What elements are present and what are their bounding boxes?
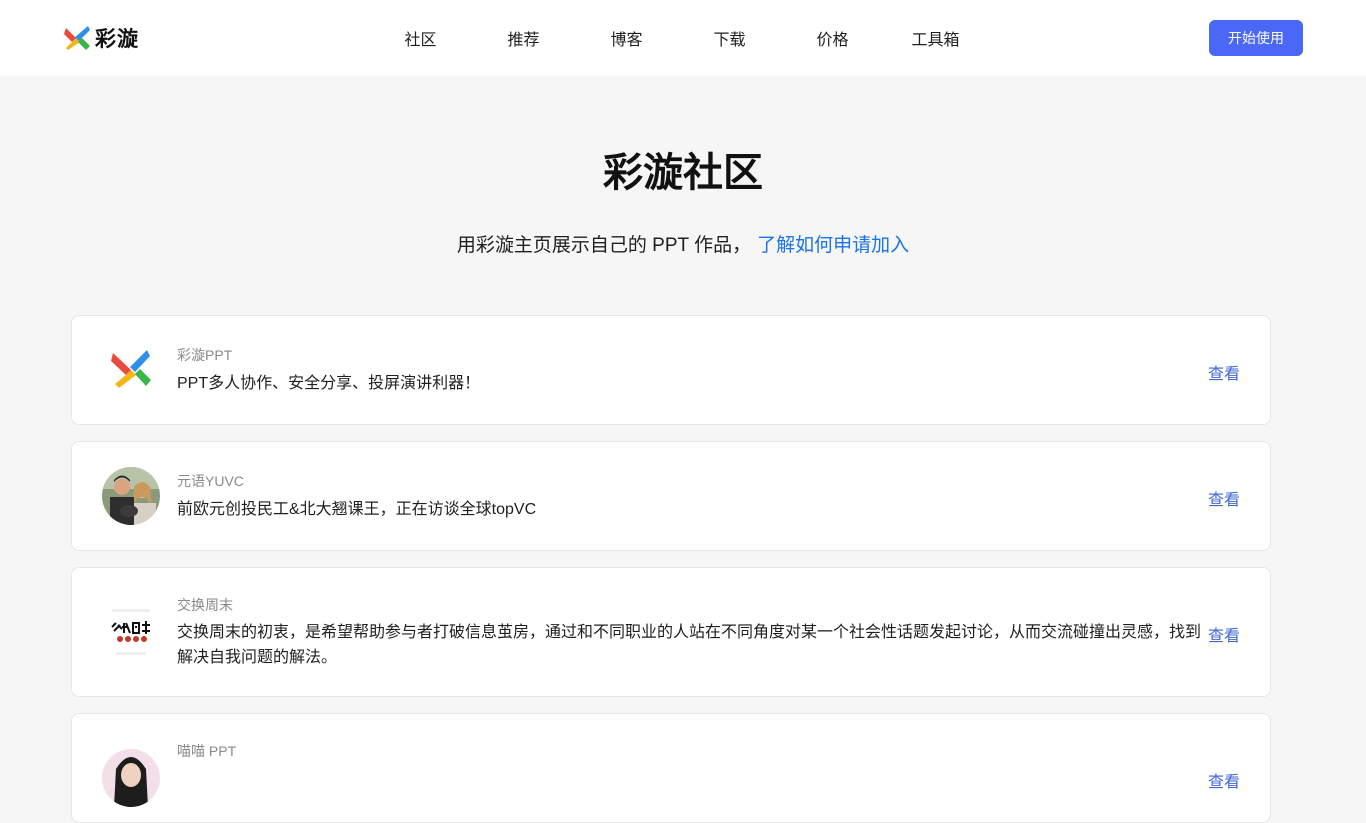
nav-item-download[interactable]: 下载 [678,26,781,50]
card-name: 彩漩PPT [177,347,233,363]
avatar [102,341,160,399]
main-nav: 社区 推荐 博客 下载 价格 工具箱 [369,0,987,76]
community-card[interactable]: 喵喵 PPT 查看 [71,713,1271,823]
card-description: PPT多人协作、安全分享、投屏演讲利器！ [177,375,481,392]
get-started-button[interactable]: 开始使用 [1209,20,1303,56]
avatar [102,749,160,807]
view-link[interactable]: 查看 [1208,360,1240,384]
community-card[interactable]: 彩漩PPT PPT多人协作、安全分享、投屏演讲利器！ 查看 [71,315,1271,425]
caixuan-logo-icon [102,341,160,399]
nav-item-community[interactable]: 社区 [369,26,472,50]
learn-how-to-join-link[interactable]: 了解如何申请加入 [757,235,909,256]
logo-text: 彩漩 [95,28,139,51]
nav-item-recommend[interactable]: 推荐 [472,26,575,50]
people-photo-avatar [102,467,160,525]
community-card[interactable]: 交换周末 交换周末的初衷，是希望帮助参与者打破信息茧房，通过和不同职业的人站在不… [71,567,1271,697]
logo[interactable]: 彩漩 [63,24,139,52]
view-link[interactable]: 查看 [1208,486,1240,510]
card-description: 交换周末的初衷，是希望帮助参与者打破信息茧房，通过和不同职业的人站在不同角度对某… [177,624,1202,666]
card-name: 交换周末 [177,597,233,613]
nav-item-blog[interactable]: 博客 [575,26,678,50]
view-link[interactable]: 查看 [1208,768,1240,792]
person-photo-avatar [102,749,160,807]
caixuan-logo-icon [64,26,90,50]
top-navigation-bar: 彩漩 社区 推荐 博客 下载 价格 工具箱 开始使用 [0,0,1366,76]
avatar [102,603,160,661]
nav-item-pricing[interactable]: 价格 [781,26,884,50]
weekend-calligraphy-avatar [102,603,160,661]
view-link[interactable]: 查看 [1208,622,1240,646]
card-description: 前欧元创投民工&北大翘课王，正在访谈全球topVC [177,501,537,518]
avatar [102,467,160,525]
page-subtitle: 用彩漩主页展示自己的 PPT 作品， 了解如何申请加入 [0,230,1366,257]
page-title: 彩漩社区 [603,151,763,195]
card-name: 喵喵 PPT [177,743,237,759]
community-card[interactable]: 元语YUVC 前欧元创投民工&北大翘课王，正在访谈全球topVC 查看 [71,441,1271,551]
nav-item-toolbox[interactable]: 工具箱 [884,26,987,50]
card-name: 元语YUVC [177,473,244,489]
subtitle-text: 用彩漩主页展示自己的 PPT 作品， [456,235,752,256]
